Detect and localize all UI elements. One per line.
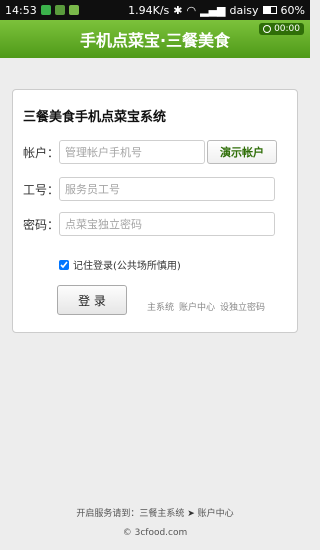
staff-row: 工号：	[23, 177, 289, 201]
demo-account-button[interactable]: 演示帐户	[207, 140, 277, 164]
carrier-name: daisy	[229, 3, 259, 17]
password-input[interactable]	[59, 212, 275, 236]
login-button[interactable]: 登 录	[57, 285, 127, 315]
staff-id-input[interactable]	[59, 177, 275, 201]
app-notification-icon	[54, 5, 65, 15]
remember-login[interactable]: 记住登录(公共场所慎用)	[59, 257, 181, 272]
password-row: 密码：	[23, 212, 289, 236]
copyright: © 3cfood.com	[122, 528, 188, 538]
page-title: 手机点菜宝·三餐美食	[79, 31, 231, 50]
link-set-password[interactable]: 设独立密码	[220, 300, 265, 313]
timer-value: 00:00	[274, 24, 300, 34]
battery-percent: 60%	[280, 3, 305, 17]
login-links: 主系统 账户中心 设独立密码	[147, 300, 265, 313]
status-time: 14:53	[5, 3, 37, 17]
remember-checkbox[interactable]	[59, 259, 69, 270]
battery-icon	[262, 6, 277, 14]
account-label: 帐户：	[23, 145, 60, 160]
status-bar: 14:53 1.94K/s ✱ ◠ ▂▄▆ daisy 60%	[0, 0, 310, 20]
footer-service: 开启服务请到：三餐主系统 ➤ 账户中心	[0, 506, 310, 519]
timer-badge: 00:00	[259, 23, 304, 35]
remember-label: 记住登录(公共场所慎用)	[73, 261, 181, 272]
bluetooth-icon: ✱	[173, 3, 183, 17]
link-account-center[interactable]: 账户中心	[179, 300, 215, 313]
password-label: 密码：	[23, 217, 60, 232]
app-notification-icon	[68, 5, 79, 15]
footer-service-prefix: 开启服务请到：三餐主系统	[76, 509, 185, 519]
wifi-icon: ◠	[186, 3, 197, 17]
account-input[interactable]	[59, 140, 205, 164]
footer-service-target[interactable]: 账户中心	[198, 509, 234, 519]
login-title: 三餐美食手机点菜宝系统	[23, 110, 167, 125]
signal-icon: ▂▄▆	[200, 3, 226, 17]
clock-icon	[263, 25, 272, 33]
arrow-icon: ➤	[187, 509, 195, 519]
account-row: 帐户： 演示帐户	[23, 140, 289, 164]
app-notification-icon	[40, 5, 51, 15]
staff-label: 工号：	[23, 182, 60, 197]
app-header: 手机点菜宝·三餐美食 00:00	[0, 20, 310, 58]
network-speed: 1.94K/s	[128, 3, 170, 17]
login-card: 三餐美食手机点菜宝系统 帐户： 演示帐户 工号： 密码： 记住登录(公共场所慎用…	[12, 89, 298, 333]
link-main-system[interactable]: 主系统	[147, 300, 174, 313]
